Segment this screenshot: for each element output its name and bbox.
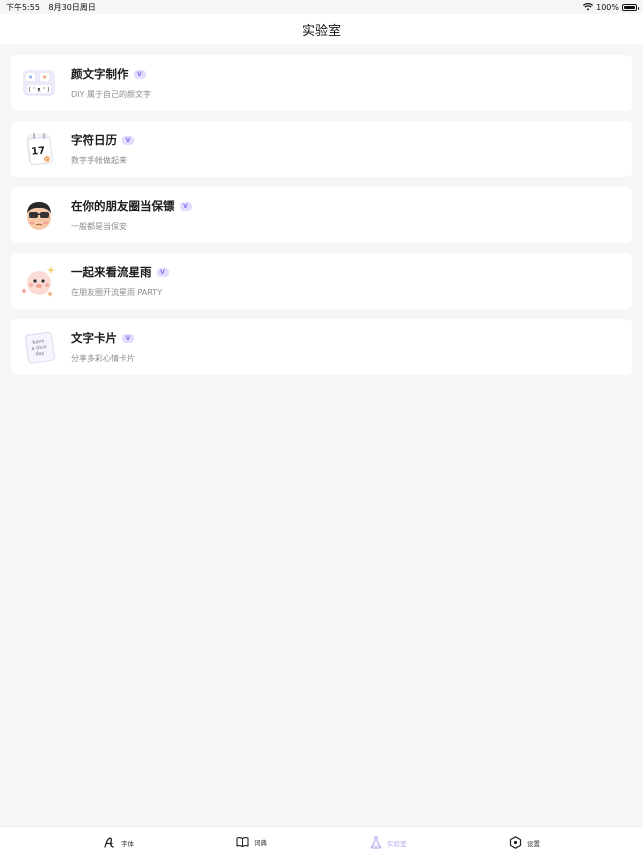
item-subtitle: 数字手帐做起来: [71, 156, 127, 165]
page-title: 实验室: [301, 23, 341, 39]
tab-label: 设置: [527, 839, 540, 848]
item-title: 在你的朋友圈当保镖: [71, 199, 175, 213]
tab-label: 词典: [254, 839, 267, 847]
vip-badge-icon: V: [122, 135, 134, 145]
item-subtitle: 分享多彩心情卡片: [71, 354, 135, 363]
item-title: 字符日历: [71, 133, 117, 147]
wifi-icon: [583, 3, 594, 11]
list-item-bodyguard[interactable]: 在你的朋友圈当保镖 V 一般都是当保安: [11, 187, 632, 243]
kaomoji-keyboard-icon: ( ᵔ ᴥ ᵔ ): [20, 64, 58, 102]
list-item-meteor[interactable]: 一起来看流星雨 V 在朋友圈开流星雨 PARTY: [11, 253, 632, 309]
vip-badge-icon: V: [156, 267, 169, 277]
list-item-text-card[interactable]: have a nice day 文字卡片 V 分享多彩心情卡片: [11, 319, 632, 375]
svg-text:day: day: [35, 350, 45, 357]
list-item-kaomoji[interactable]: ( ᵔ ᴥ ᵔ ) 颜文字制作 V DIY 属于自己的颜文字: [11, 55, 632, 111]
tab-font[interactable]: 字体: [103, 836, 134, 849]
text-card-icon: have a nice day: [20, 328, 58, 366]
flask-icon: [370, 836, 382, 849]
bodyguard-avatar-icon: [20, 196, 58, 234]
battery-icon: [622, 3, 639, 11]
battery-percent: 100%: [596, 2, 619, 12]
vip-badge-icon: V: [179, 201, 192, 211]
tab-dictionary[interactable]: 词典: [236, 836, 267, 848]
item-subtitle: 一般都是当保安: [71, 222, 127, 231]
calendar-day: 17: [31, 145, 46, 157]
navigation-bar: 实验室: [0, 14, 643, 44]
font-icon: [104, 837, 114, 848]
item-title: 一起来看流星雨: [71, 265, 152, 279]
item-subtitle: 在朋友圈开流星雨 PARTY: [71, 288, 163, 297]
item-subtitle: DIY 属于自己的颜文字: [71, 90, 151, 99]
book-icon: [236, 837, 249, 848]
item-title: 文字卡片: [71, 331, 117, 345]
status-bar: 下午5:55 8月30日周日 100%: [0, 0, 643, 14]
status-time: 下午5:55: [6, 2, 40, 12]
meteor-shower-icon: [20, 262, 58, 300]
list-item-calendar[interactable]: 17 字符日历 V 数字手帐做起来: [11, 121, 632, 177]
settings-icon: [509, 836, 522, 849]
vip-badge-icon: V: [133, 69, 146, 79]
lab-feature-list: ( ᵔ ᴥ ᵔ ) 颜文字制作 V DIY 属于自己的颜文字 17 字符日历 V…: [11, 55, 632, 385]
item-title: 颜文字制作: [71, 67, 129, 81]
status-right: 100%: [583, 2, 639, 12]
vip-badge-icon: V: [122, 333, 134, 343]
tab-lab[interactable]: 实验室: [370, 836, 407, 849]
tab-bar: 字体 词典 实验室 设置: [0, 826, 643, 858]
tab-settings[interactable]: 设置: [509, 836, 540, 849]
status-left: 下午5:55 8月30日周日: [6, 2, 102, 13]
calendar-icon: 17: [20, 130, 58, 168]
status-date: 8月30日周日: [48, 2, 96, 12]
svg-text:( ᵔ ᴥ ᵔ ): ( ᵔ ᴥ ᵔ ): [29, 87, 50, 94]
tab-label: 字体: [121, 839, 134, 848]
tab-label: 实验室: [387, 839, 407, 848]
